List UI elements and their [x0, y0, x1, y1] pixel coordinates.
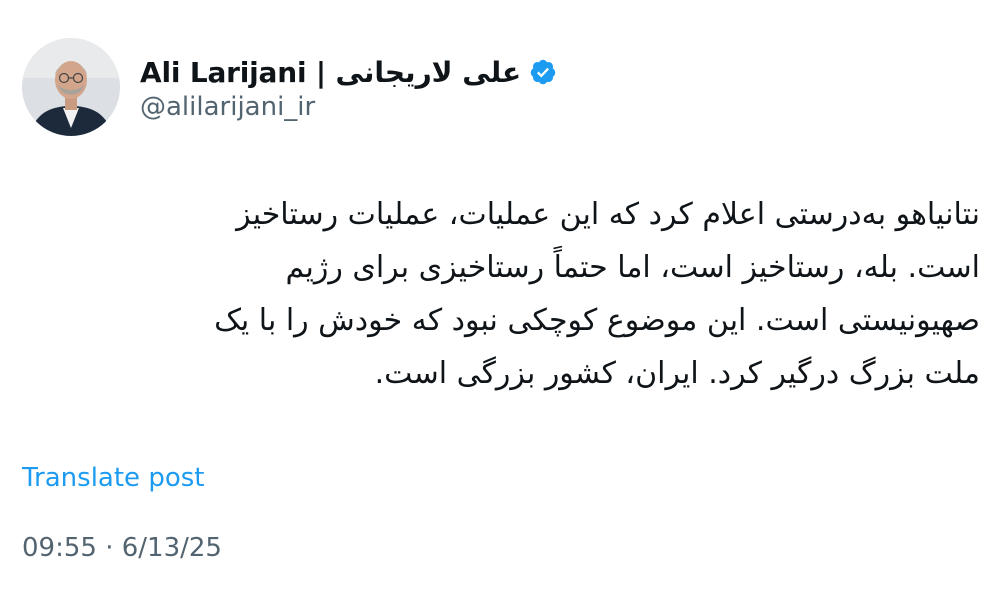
post-text-line: است. بله، رستاخیز است، اما حتماً رستاخیز…: [285, 250, 980, 285]
post-text: نتانیاهو به‌درستی اعلام کرد که این عملیا…: [100, 188, 980, 400]
post-text-line: نتانیاهو به‌درستی اعلام کرد که این عملیا…: [236, 197, 980, 232]
avatar[interactable]: [22, 38, 120, 136]
author-display-name[interactable]: Ali Larijani | علی لاریجانی: [140, 56, 521, 89]
author-name-row: Ali Larijani | علی لاریجانی: [140, 52, 557, 92]
avatar-image: [22, 38, 120, 136]
tweet-card: Ali Larijani | علی لاریجانی @alilarijani…: [0, 0, 1000, 594]
post-text-line: ملت بزرگ درگیر کرد. ایران، کشور بزرگی اس…: [374, 356, 980, 391]
translate-post-link[interactable]: Translate post: [22, 463, 204, 493]
post-timestamp[interactable]: 09:55 · 6/13/25: [22, 533, 222, 563]
post-text-line: صهیونیستی است. این موضوع کوچکی نبود که خ…: [214, 303, 980, 338]
verified-badge-icon[interactable]: [529, 58, 557, 86]
author-handle[interactable]: @alilarijani_ir: [140, 92, 315, 122]
